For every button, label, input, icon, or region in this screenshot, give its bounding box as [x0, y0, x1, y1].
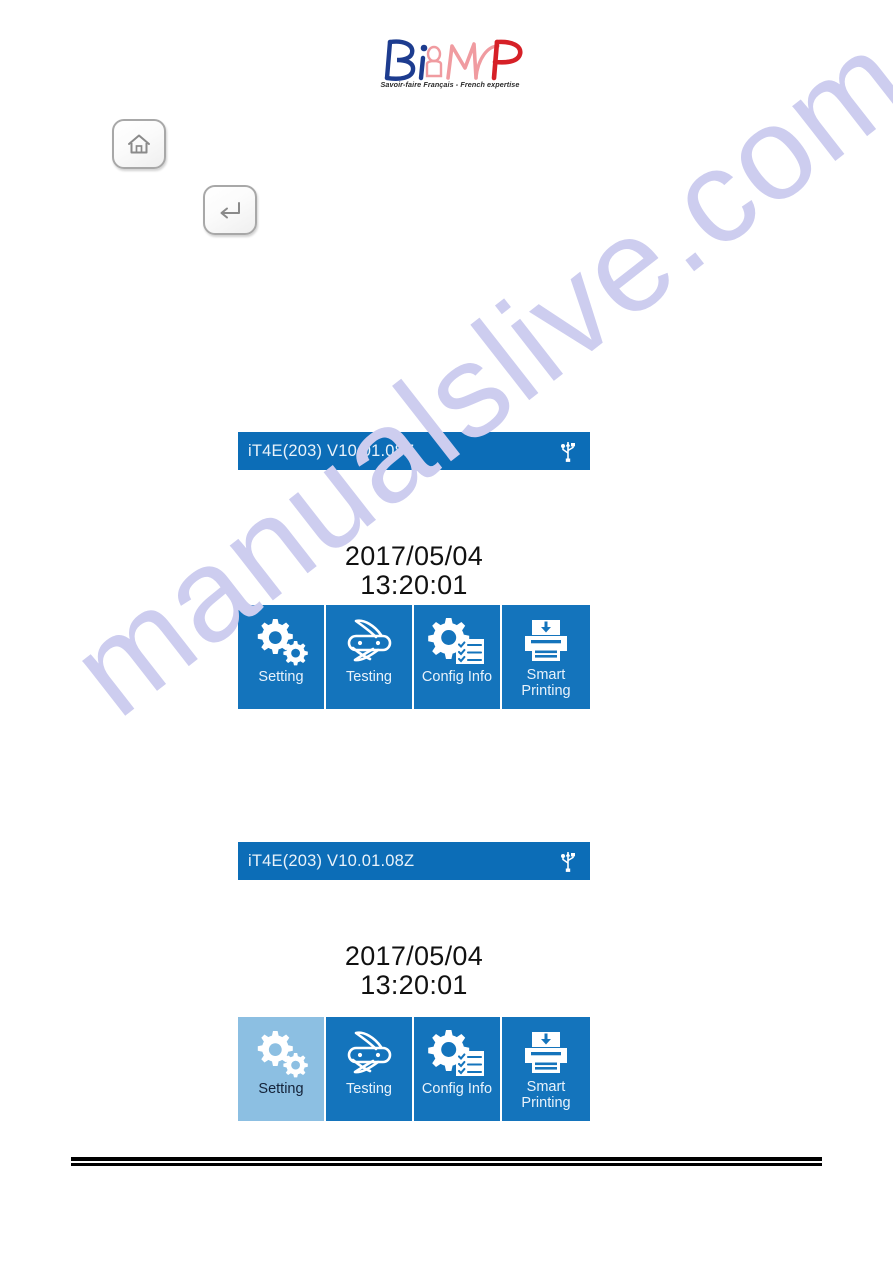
menu-tile-smart-printing-label-line1: Smart	[526, 1079, 566, 1095]
main-menu-tiles: Setting Testing Config Info Smart Printi…	[238, 1017, 590, 1121]
enter-key-button[interactable]	[203, 185, 257, 235]
clock-display: 2017/05/04 13:20:01	[238, 880, 590, 1000]
menu-tile-config-info-label: Config Info	[421, 669, 493, 685]
footer-divider-line-bottom	[71, 1163, 822, 1166]
swiss-army-knife-icon	[337, 613, 401, 669]
brand-tagline: Savoir-faire Français - French expertise	[380, 80, 520, 89]
menu-tile-testing-label: Testing	[346, 1081, 392, 1097]
enter-arrow-icon	[220, 202, 240, 219]
clock-time: 13:20:01	[360, 570, 468, 600]
lcd-body: 2017/05/04 13:20:01 Setting Testing Conf…	[238, 880, 590, 1121]
printer-download-icon	[517, 613, 575, 669]
clock-time: 13:20:01	[360, 970, 468, 1000]
menu-tile-testing-label: Testing	[346, 669, 392, 685]
menu-tile-testing[interactable]: Testing	[326, 1017, 414, 1121]
gears-icon	[250, 613, 312, 669]
main-menu-tiles: Setting Testing Config Info Smart Printi…	[238, 605, 590, 709]
clock-display: 2017/05/04 13:20:01	[238, 470, 590, 600]
lcd-title-text: iT4E(203) V10.01.08Z	[248, 441, 415, 460]
gear-checklist-icon	[426, 613, 488, 669]
menu-tile-config-info[interactable]: Config Info	[414, 605, 502, 709]
menu-tile-smart-printing-label-line1: Smart	[526, 667, 566, 683]
gears-icon	[250, 1025, 312, 1081]
brand-logo-mark	[384, 39, 523, 81]
clock-date: 2017/05/04	[344, 541, 484, 571]
menu-tile-setting-label: Setting	[258, 669, 304, 685]
printer-lcd-screen-idle: iT4E(203) V10.01.08Z 2017/05/04 13:20:01…	[238, 432, 590, 709]
printer-download-icon	[517, 1025, 575, 1081]
swiss-army-knife-icon	[337, 1025, 401, 1081]
menu-tile-smart-printing-label-line2: Printing	[521, 1095, 571, 1111]
lcd-title-bar: iT4E(203) V10.01.08Z	[238, 432, 590, 470]
brand-logo: Savoir-faire Français - French expertise	[370, 36, 530, 98]
menu-tile-setting-label: Setting	[258, 1081, 304, 1097]
printer-lcd-screen-menu: iT4E(203) V10.01.08Z 2017/05/04 13:20:01	[238, 842, 590, 1121]
menu-tile-smart-printing[interactable]: Smart Printing	[502, 1017, 590, 1121]
lcd-body: 2017/05/04 13:20:01 Press Buttons 3 Secs…	[238, 470, 590, 709]
footer-divider	[71, 1157, 822, 1166]
menu-tile-smart-printing-label-line2: Printing	[521, 683, 571, 699]
clock-date: 2017/05/04	[344, 941, 484, 971]
menu-tile-config-info[interactable]: Config Info	[414, 1017, 502, 1121]
lcd-title-text: iT4E(203) V10.01.08Z	[248, 851, 415, 870]
gear-checklist-icon	[426, 1025, 488, 1081]
home-icon	[128, 134, 150, 154]
menu-tile-setting[interactable]: Setting	[238, 1017, 326, 1121]
lcd-title-bar: iT4E(203) V10.01.08Z	[238, 842, 590, 880]
usb-icon	[561, 852, 575, 872]
menu-tile-config-info-label: Config Info	[421, 1081, 493, 1097]
usb-icon	[561, 442, 575, 462]
menu-tile-setting[interactable]: Setting	[238, 605, 326, 709]
menu-tile-testing[interactable]: Testing	[326, 605, 414, 709]
home-key-button[interactable]	[112, 119, 166, 169]
menu-tile-smart-printing[interactable]: Smart Printing	[502, 605, 590, 709]
